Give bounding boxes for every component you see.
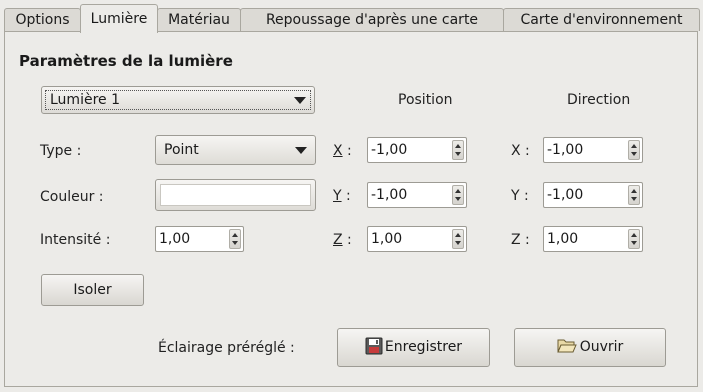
- open-button[interactable]: Ouvrir: [514, 328, 666, 367]
- position-x-value: -1,00: [371, 142, 408, 158]
- position-z-label: Z :: [333, 232, 352, 248]
- tab-lumiere[interactable]: Lumière: [80, 4, 158, 33]
- position-x-label: X :: [333, 143, 352, 159]
- tab-bar: Options Lumière Matériau Repoussage d'ap…: [4, 4, 700, 33]
- position-y-spinner[interactable]: -1,00: [367, 182, 467, 208]
- direction-z-value: 1,00: [547, 231, 579, 247]
- intensity-value: 1,00: [159, 231, 191, 247]
- open-button-label: Ouvrir: [579, 339, 624, 355]
- spin-arrows-icon[interactable]: [628, 229, 640, 249]
- tab-label: Carte d'environnement: [520, 12, 683, 28]
- light-select[interactable]: Lumière 1: [41, 86, 315, 114]
- position-y-value: -1,00: [371, 187, 408, 203]
- save-button-label: Enregistrer: [384, 339, 463, 355]
- position-z-value: 1,00: [371, 231, 403, 247]
- type-select-value: Point: [164, 142, 199, 158]
- isolate-button[interactable]: Isoler: [41, 274, 144, 306]
- position-header: Position: [398, 92, 453, 108]
- floppy-disk-icon: [365, 337, 383, 355]
- isolate-button-label: Isoler: [73, 282, 112, 298]
- tab-materiau[interactable]: Matériau: [157, 8, 241, 31]
- chevron-down-icon: [294, 97, 306, 104]
- chevron-down-icon: [295, 147, 307, 154]
- color-label: Couleur :: [40, 189, 104, 205]
- tab-repoussage[interactable]: Repoussage d'après une carte: [240, 8, 504, 31]
- direction-y-label: Y :: [511, 188, 529, 204]
- direction-x-spinner[interactable]: -1,00: [543, 137, 643, 163]
- direction-header: Direction: [567, 92, 631, 108]
- color-swatch: [160, 184, 311, 206]
- direction-y-spinner[interactable]: -1,00: [543, 182, 643, 208]
- intensity-spinner[interactable]: 1,00: [155, 226, 244, 252]
- spin-arrows-icon[interactable]: [229, 229, 241, 249]
- type-label: Type :: [40, 143, 82, 159]
- position-x-spinner[interactable]: -1,00: [367, 137, 467, 163]
- direction-y-value: -1,00: [547, 187, 584, 203]
- spin-arrows-icon[interactable]: [628, 185, 640, 205]
- tab-carte-environnement[interactable]: Carte d'environnement: [503, 8, 700, 31]
- position-z-spinner[interactable]: 1,00: [367, 226, 467, 252]
- tab-label: Options: [15, 12, 70, 28]
- spin-arrows-icon[interactable]: [628, 140, 640, 160]
- tab-label: Matériau: [168, 12, 230, 28]
- type-select[interactable]: Point: [155, 135, 316, 165]
- presets-label: Éclairage préréglé :: [158, 340, 295, 356]
- color-picker-button[interactable]: [155, 179, 316, 211]
- direction-z-spinner[interactable]: 1,00: [543, 226, 643, 252]
- position-y-label: Y :: [333, 188, 351, 204]
- spin-arrows-icon[interactable]: [452, 140, 464, 160]
- tab-label: Repoussage d'après une carte: [265, 12, 479, 28]
- direction-z-label: Z :: [511, 232, 530, 248]
- save-button[interactable]: Enregistrer: [337, 328, 490, 367]
- direction-x-label: X :: [511, 143, 530, 159]
- spin-arrows-icon[interactable]: [452, 229, 464, 249]
- light-select-value: Lumière 1: [50, 92, 120, 108]
- tab-label: Lumière: [90, 11, 148, 27]
- tab-options[interactable]: Options: [4, 8, 81, 31]
- direction-x-value: -1,00: [547, 142, 584, 158]
- intensity-label: Intensité :: [40, 232, 111, 248]
- section-title: Paramètres de la lumière: [19, 52, 233, 70]
- folder-open-icon: [556, 339, 577, 353]
- spin-arrows-icon[interactable]: [452, 185, 464, 205]
